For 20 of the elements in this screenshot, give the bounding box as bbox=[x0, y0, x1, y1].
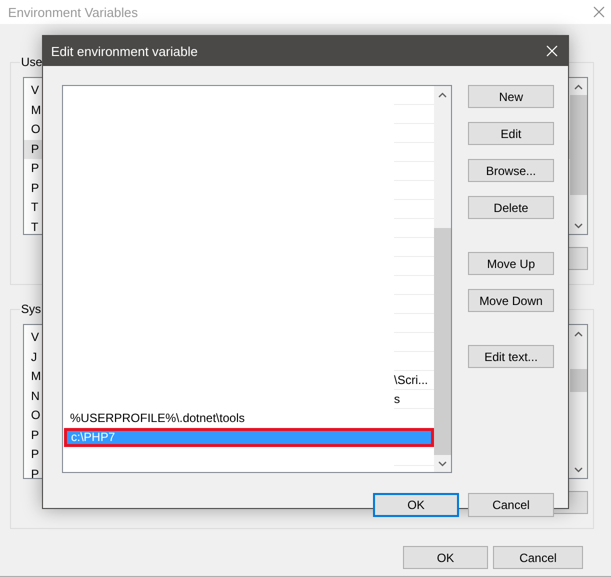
path-entry[interactable]: %USERPROFILE%\.dotnet\tools bbox=[64, 409, 434, 428]
dialog-button[interactable]: Cancel bbox=[493, 546, 583, 569]
window-title: Environment Variables bbox=[8, 4, 138, 20]
scroll-thumb[interactable] bbox=[434, 228, 451, 455]
dialog-button[interactable]: OK bbox=[403, 546, 488, 569]
path-list[interactable]: \Scri... s %USERPROFILE%\.dotnet\tools c:\PHP7 bbox=[62, 85, 452, 473]
action-button[interactable]: New bbox=[468, 85, 554, 108]
action-button[interactable]: Browse... bbox=[468, 159, 554, 182]
group-label: Sys bbox=[20, 302, 42, 316]
action-button[interactable]: Move Down bbox=[468, 289, 554, 312]
action-button[interactable]: Delete bbox=[468, 196, 554, 219]
action-button[interactable]: Edit bbox=[468, 122, 554, 145]
action-button[interactable]: Move Up bbox=[468, 252, 554, 275]
dialog-button[interactable]: OK bbox=[373, 493, 459, 517]
dialog-title: Edit environment variable bbox=[51, 44, 198, 58]
action-button[interactable]: Edit text... bbox=[468, 345, 554, 368]
scroll-thumb[interactable] bbox=[570, 369, 587, 392]
scroll-thumb[interactable] bbox=[570, 95, 587, 195]
dialog-button[interactable]: Cancel bbox=[468, 493, 554, 517]
group-label: Use bbox=[20, 55, 44, 69]
